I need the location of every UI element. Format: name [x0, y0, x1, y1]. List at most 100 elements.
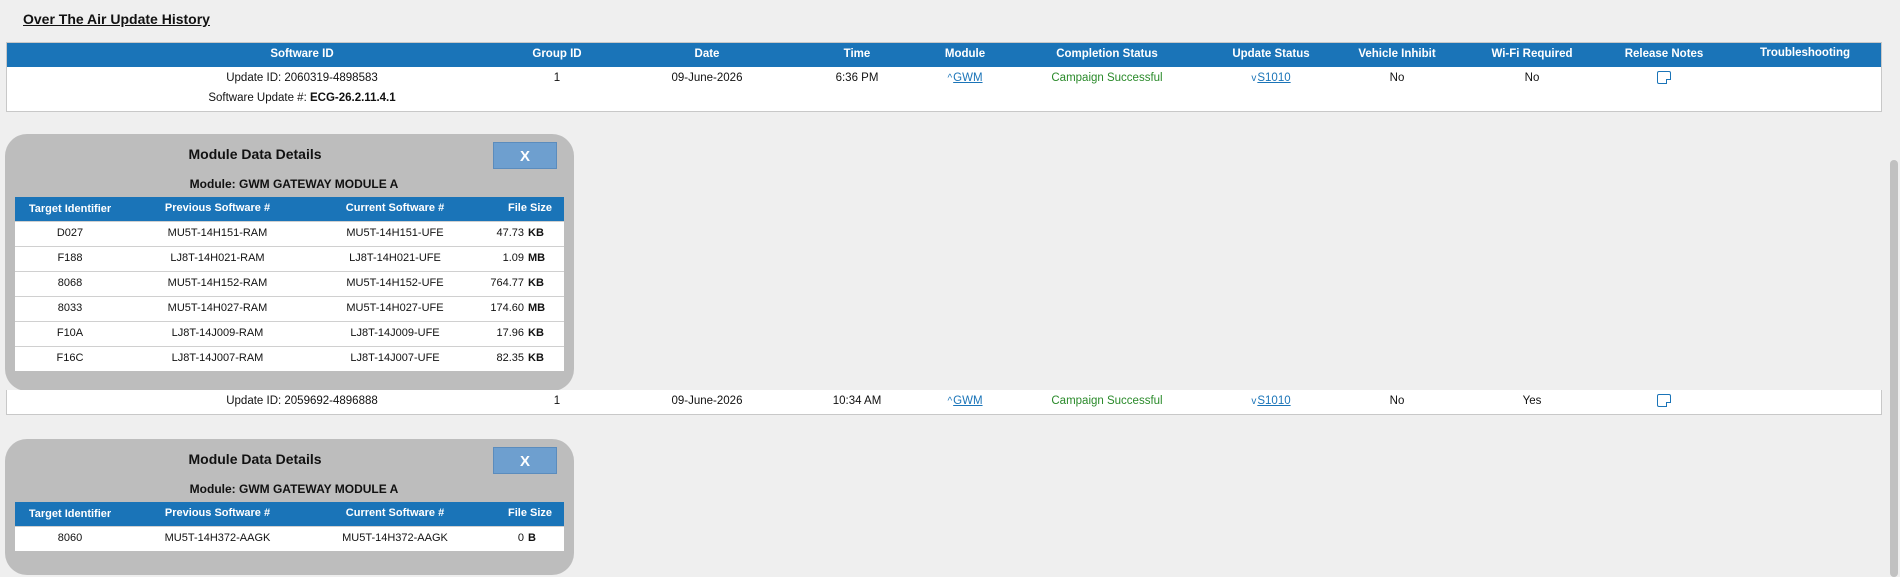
group-id: 1 — [553, 72, 561, 84]
file-size-unit: KB — [528, 352, 544, 364]
file-size-value: 764.77 — [490, 277, 524, 289]
table-row: 8068 MU5T-14H152-RAM MU5T-14H152-UFE 764.77… — [15, 271, 564, 296]
release-notes-button[interactable] — [1604, 394, 1724, 410]
col-troubleshooting: Troubleshooting — [1759, 47, 1851, 59]
document-icon[interactable] — [1657, 71, 1671, 84]
col-time: Time — [843, 48, 871, 60]
update-id: Update ID: 2060319-4898583 — [226, 72, 378, 84]
file-size-unit: KB — [528, 227, 544, 239]
file-size-value: 82.35 — [496, 352, 524, 364]
group-id: 1 — [553, 395, 561, 407]
col-completion-status: Completion Status — [1056, 48, 1158, 60]
target-identifier: F16C — [56, 352, 84, 364]
file-size-value: 1.09 — [502, 252, 524, 264]
chevron-down-icon: v — [1251, 396, 1257, 407]
update-time: 10:34 AM — [832, 395, 882, 407]
module-details-table: Target Identifier Previous Software # Cu… — [15, 502, 564, 551]
file-size-value: 0 — [517, 532, 524, 544]
close-button[interactable]: X — [493, 447, 557, 474]
table-row: Update ID: 2060319-4898583 Software Upda… — [7, 67, 1881, 111]
file-size-unit: KB — [528, 327, 544, 339]
table-header: Software ID Group ID Date Time Module Co… — [7, 43, 1881, 67]
module-data-details-panel: Module Data Details X Module: GWM GATEWA… — [5, 439, 574, 575]
module-link[interactable]: ^GWM — [905, 395, 1025, 407]
completion-status: Campaign Successful — [1051, 395, 1163, 407]
file-size-value: 47.73 — [496, 227, 524, 239]
file-size-unit: MB — [528, 252, 546, 264]
modal-title: Module Data Details — [188, 451, 322, 467]
close-button[interactable]: X — [493, 142, 557, 169]
wifi-required: Yes — [1522, 395, 1542, 407]
file-size: 82.35 KB — [465, 352, 565, 364]
col-current-software: Current Software # — [345, 507, 445, 519]
update-status-link[interactable]: vS1010 — [1201, 395, 1341, 407]
software-update-number: Software Update #: ECG-26.2.11.4.1 — [208, 92, 396, 104]
col-software-id: Software ID — [270, 48, 334, 60]
target-identifier: 8060 — [57, 532, 83, 544]
col-file-size: File Size — [507, 507, 553, 519]
module-details-rows: D027 MU5T-14H151-RAM MU5T-14H151-UFE 47.73 K… — [15, 221, 564, 371]
page-title: Over The Air Update History — [23, 11, 210, 27]
table-row: F188 LJ8T-14H021-RAM LJ8T-14H021-UFE 1.09 MB — [15, 246, 564, 271]
file-size: 764.77 KB — [465, 277, 565, 289]
document-icon[interactable] — [1657, 394, 1671, 407]
chevron-up-icon: ^ — [947, 396, 953, 407]
module-details-rows: 8060 MU5T-14H372-AAGK MU5T-14H372-AAGK 0 B — [15, 526, 564, 551]
table-row: 8033 MU5T-14H027-RAM MU5T-14H027-UFE 174.60… — [15, 296, 564, 321]
update-time: 6:36 PM — [835, 72, 879, 84]
col-module: Module — [944, 48, 986, 60]
release-notes-button[interactable] — [1604, 71, 1724, 87]
module-name: Module: GWM GATEWAY MODULE A — [189, 177, 399, 191]
chevron-down-icon: v — [1251, 73, 1257, 84]
file-size-value: 17.96 — [496, 327, 524, 339]
col-wifi-required: Wi-Fi Required — [1491, 48, 1573, 60]
ota-history-page: Over The Air Update History Software ID … — [0, 0, 1900, 577]
previous-software: MU5T-14H027-RAM — [167, 302, 268, 314]
col-release-notes: Release Notes — [1624, 48, 1704, 60]
table-header: Target Identifier Previous Software # Cu… — [15, 197, 564, 221]
table-row: Update ID: 2059692-4896888 1 09-June-202… — [6, 390, 1882, 415]
col-date: Date — [694, 48, 720, 60]
module-details-table: Target Identifier Previous Software # Cu… — [15, 197, 564, 371]
col-group-id: Group ID — [532, 48, 582, 60]
vertical-scrollbar[interactable] — [1888, 0, 1900, 577]
wifi-required: No — [1524, 72, 1540, 84]
update-date: 09-June-2026 — [671, 395, 743, 407]
previous-software: LJ8T-14J007-RAM — [171, 352, 264, 364]
previous-software: LJ8T-14J009-RAM — [171, 327, 264, 339]
col-vehicle-inhibit: Vehicle Inhibit — [1358, 48, 1436, 60]
scrollbar-thumb[interactable] — [1890, 160, 1898, 577]
file-size-unit: MB — [528, 302, 546, 314]
file-size-unit: B — [528, 532, 536, 544]
vehicle-inhibit: No — [1389, 395, 1405, 407]
update-date: 09-June-2026 — [671, 72, 743, 84]
target-identifier: F188 — [57, 252, 83, 264]
col-previous-software: Previous Software # — [164, 202, 271, 214]
previous-software: MU5T-14H152-RAM — [167, 277, 268, 289]
col-target-identifier: Target Identifier — [28, 508, 112, 520]
table-row: F16C LJ8T-14J007-RAM LJ8T-14J007-UFE 82.35 K… — [15, 346, 564, 371]
file-size: 0B — [465, 532, 565, 544]
module-data-details-panel: Module Data Details X Module: GWM GATEWA… — [5, 134, 574, 391]
vehicle-inhibit: No — [1389, 72, 1405, 84]
col-update-status: Update Status — [1232, 48, 1310, 60]
file-size-unit: KB — [528, 277, 544, 289]
target-identifier: 8068 — [57, 277, 83, 289]
col-target-identifier: Target Identifier — [28, 203, 112, 215]
update-status-link[interactable]: vS1010 — [1201, 72, 1341, 84]
target-identifier: F10A — [56, 327, 84, 339]
previous-software: MU5T-14H372-AAGK — [164, 532, 271, 544]
table-header: Target Identifier Previous Software # Cu… — [15, 502, 564, 526]
file-size-value: 174.60 — [490, 302, 524, 314]
col-file-size: File Size — [507, 202, 553, 214]
module-name: Module: GWM GATEWAY MODULE A — [189, 482, 399, 496]
completion-status: Campaign Successful — [1051, 72, 1163, 84]
module-link[interactable]: ^GWM — [905, 72, 1025, 84]
col-current-software: Current Software # — [345, 202, 445, 214]
modal-title: Module Data Details — [188, 146, 322, 162]
file-size: 174.60 MB — [465, 302, 565, 314]
previous-software: LJ8T-14H021-RAM — [170, 252, 265, 264]
chevron-up-icon: ^ — [947, 73, 953, 84]
previous-software: MU5T-14H151-RAM — [167, 227, 268, 239]
ota-history-table: Software ID Group ID Date Time Module Co… — [6, 42, 1882, 112]
